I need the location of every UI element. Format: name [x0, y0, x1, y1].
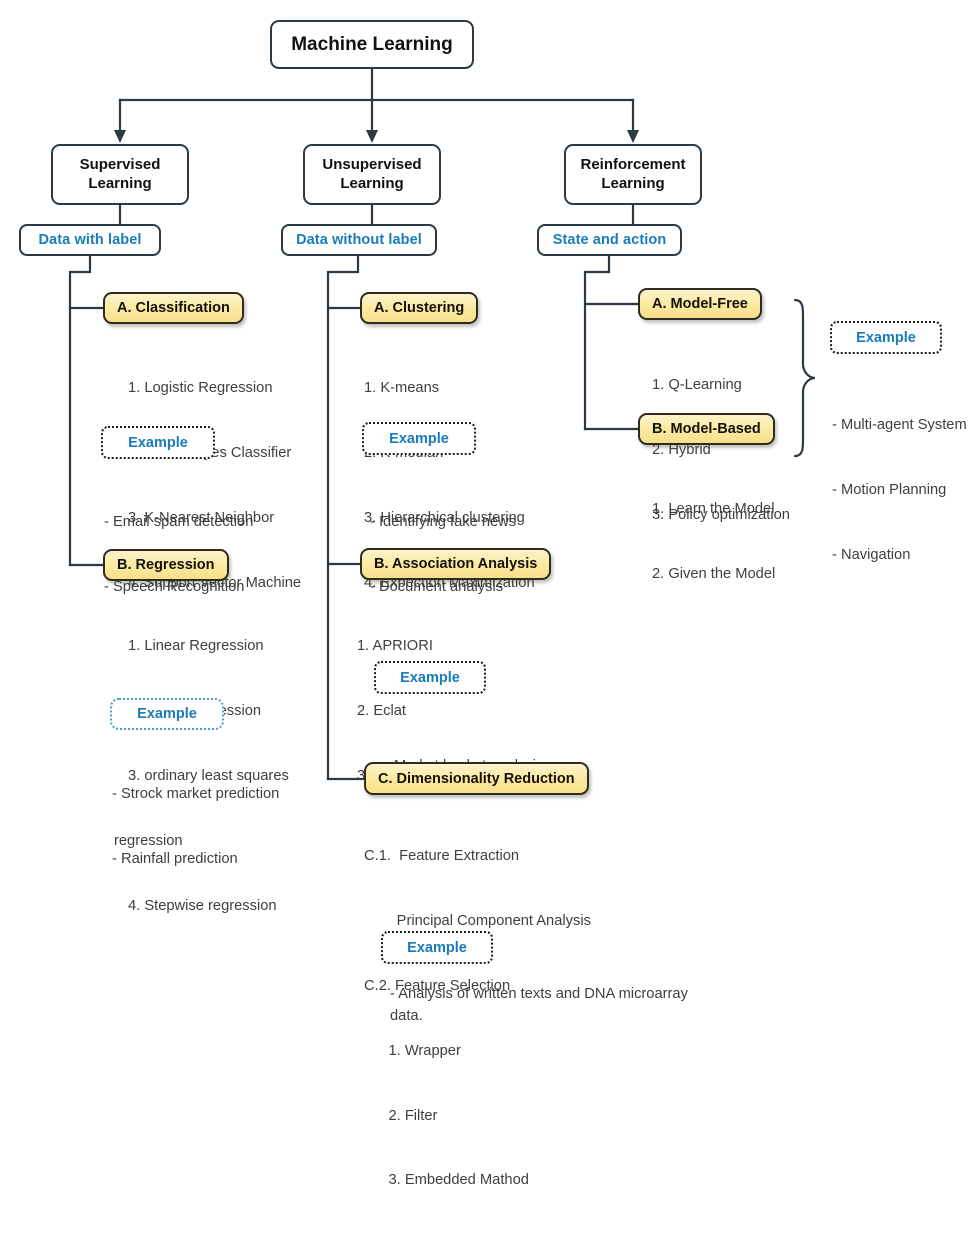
- list-item: 1. APRIORI: [357, 638, 433, 655]
- node-data-without-label[interactable]: Data without label: [281, 224, 437, 256]
- node-model-based[interactable]: B. Model-Based: [638, 413, 775, 445]
- list-item: - Analysis of written texts and DNA micr…: [390, 986, 688, 1024]
- node-label: A. Clustering: [374, 300, 465, 316]
- node-label: B. Model-Based: [652, 421, 761, 437]
- node-label: B. Association Analysis: [374, 556, 538, 572]
- list-item: 2. Given the Model: [652, 566, 776, 583]
- node-label: Reinforcement Learning: [580, 156, 686, 192]
- example-label: Example: [856, 329, 916, 346]
- node-label: Supervised Learning: [79, 156, 161, 192]
- node-machine-learning[interactable]: Machine Learning: [270, 20, 474, 69]
- node-dimensionality-reduction[interactable]: C. Dimensionality Reduction: [364, 762, 589, 795]
- list-item: - Email spam detection: [104, 514, 254, 531]
- list-item: 1. K-means: [364, 380, 440, 397]
- node-association-analysis[interactable]: B. Association Analysis: [360, 548, 552, 580]
- node-label: B. Regression: [117, 557, 215, 573]
- list-item: C.1. Feature Extraction: [364, 848, 520, 865]
- list-item: - Navigation: [832, 546, 911, 563]
- node-label: A. Model-Free: [652, 296, 748, 312]
- reinforcement-examples: - Multi-agent System - Motion Planning -…: [832, 372, 967, 610]
- list-item: Principal Component Analysis: [364, 913, 591, 930]
- node-label: C. Dimensionality Reduction: [378, 770, 575, 787]
- list-item: 3. Embedded Mathod: [364, 1172, 529, 1189]
- dimensionality-examples: - Analysis of written texts and DNA micr…: [390, 984, 710, 1027]
- example-chip-association[interactable]: Example: [374, 661, 486, 694]
- example-chip-dimensionality[interactable]: Example: [381, 931, 493, 964]
- diagram-canvas: Machine Learning Supervised Learning Uns…: [0, 0, 976, 1188]
- list-item: - Multi-agent System: [832, 417, 967, 434]
- list-item: 1. Wrapper: [364, 1042, 461, 1059]
- model-based-items: 1. Learn the Model 2. Given the Model: [652, 456, 775, 629]
- list-item: 2. Filter: [364, 1107, 438, 1124]
- example-chip-regression[interactable]: Example: [110, 698, 224, 730]
- list-item: 1. Q-Learning: [652, 377, 742, 394]
- regression-examples: - Strock market prediction - Rainfall pr…: [112, 741, 279, 914]
- example-label: Example: [400, 669, 460, 686]
- list-item: - Motion Planning: [832, 482, 947, 499]
- example-chip-reinforcement[interactable]: Example: [830, 321, 942, 354]
- example-label: Example: [407, 939, 467, 956]
- curly-brace: [793, 298, 816, 458]
- list-item: 1. Logistic Regression: [128, 380, 273, 397]
- node-classification[interactable]: A. Classification: [103, 292, 244, 324]
- node-data-with-label[interactable]: Data with label: [19, 224, 161, 256]
- node-label: A. Classification: [117, 300, 230, 316]
- example-label: Example: [128, 434, 188, 451]
- list-item: - Identifying fake news: [370, 514, 517, 531]
- node-label: Machine Learning: [291, 33, 453, 55]
- list-item: 1. Learn the Model: [652, 501, 775, 518]
- node-regression[interactable]: B. Regression: [103, 549, 229, 581]
- node-clustering[interactable]: A. Clustering: [360, 292, 479, 324]
- example-chip-classification[interactable]: Example: [101, 426, 215, 459]
- node-state-and-action[interactable]: State and action: [537, 224, 682, 256]
- list-item: - Rainfall prediction: [112, 851, 238, 868]
- node-supervised-learning[interactable]: Supervised Learning: [51, 144, 189, 205]
- node-label: Unsupervised Learning: [322, 156, 422, 192]
- list-item: 1. Linear Regression: [128, 638, 264, 655]
- example-chip-clustering[interactable]: Example: [362, 422, 476, 455]
- node-reinforcement-learning[interactable]: Reinforcement Learning: [564, 144, 702, 205]
- node-unsupervised-learning[interactable]: Unsupervised Learning: [303, 144, 441, 205]
- example-label: Example: [389, 430, 449, 447]
- node-model-free[interactable]: A. Model-Free: [638, 288, 762, 320]
- list-item: - Strock market prediction: [112, 786, 280, 803]
- node-label: Data with label: [38, 232, 142, 248]
- node-label: Data without label: [296, 232, 422, 248]
- example-label: Example: [137, 706, 197, 722]
- arrowhead: [114, 130, 639, 143]
- node-label: State and action: [552, 232, 667, 248]
